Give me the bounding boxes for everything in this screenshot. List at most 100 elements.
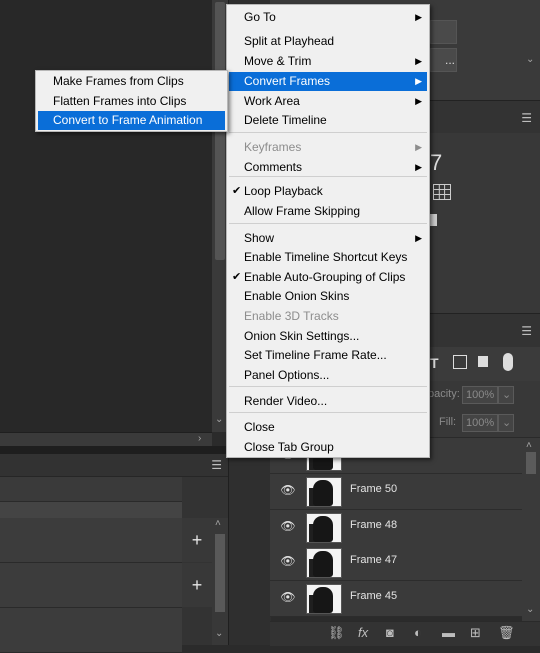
menu-item-label: Allow Frame Skipping bbox=[244, 204, 361, 218]
fx-icon[interactable]: fx bbox=[358, 625, 368, 640]
menu-item-flatten-frames-into-clips[interactable]: Flatten Frames into Clips bbox=[38, 92, 225, 111]
menu-item-label: Convert Frames bbox=[244, 74, 331, 88]
layer-row[interactable]: 👁 Frame 45 bbox=[270, 581, 522, 617]
properties-scrollbar[interactable]: ⌄ bbox=[522, 0, 540, 70]
scrollbar-thumb[interactable] bbox=[526, 452, 536, 474]
panel-menu-icon[interactable]: ☰ bbox=[521, 111, 532, 125]
menu-separator bbox=[229, 132, 427, 133]
layer-thumbnail bbox=[306, 548, 342, 578]
add-media-button[interactable]: + bbox=[182, 518, 212, 562]
menu-item-onion-skin-settings[interactable]: Onion Skin Settings... bbox=[229, 327, 427, 346]
menu-item-label: Make Frames from Clips bbox=[53, 74, 184, 88]
options-field[interactable]: ... bbox=[430, 48, 457, 72]
trash-icon[interactable]: 🗑 bbox=[498, 625, 515, 641]
menu-item-loop-playback[interactable]: ✔ Loop Playback bbox=[229, 182, 427, 201]
menu-item-convert-to-frame-animation[interactable]: Convert to Frame Animation bbox=[38, 111, 225, 130]
menu-item-enable-onion-skins[interactable]: Enable Onion Skins bbox=[229, 287, 427, 306]
menu-item-label: Comments bbox=[244, 160, 303, 174]
menu-item-panel-options[interactable]: Panel Options... bbox=[229, 366, 427, 385]
checkmark-icon: ✔ bbox=[232, 271, 242, 283]
adjustment-icon[interactable]: ◐ bbox=[414, 625, 422, 640]
layers-panel-footer: ⛓ fx ◙ ◐ ▬ ⊞ 🗑 bbox=[270, 621, 540, 646]
mask-icon[interactable]: ◙ bbox=[386, 625, 394, 640]
submenu-arrow-icon: ▶ bbox=[415, 233, 422, 243]
folder-icon[interactable]: ▬ bbox=[442, 625, 455, 640]
menu-item-convert-frames[interactable]: Convert Frames ▶ bbox=[229, 72, 427, 91]
panel-menu-icon[interactable]: ☰ bbox=[521, 324, 532, 338]
menu-item-enable-auto-grouping-of-clips[interactable]: ✔ Enable Auto-Grouping of Clips bbox=[229, 268, 427, 287]
layer-name: Frame 48 bbox=[350, 519, 398, 531]
shape-filter-icon[interactable] bbox=[453, 355, 467, 369]
menu-item-make-frames-from-clips[interactable]: Make Frames from Clips bbox=[38, 72, 225, 91]
chevron-down-icon[interactable]: ⌄ bbox=[498, 414, 514, 432]
menu-item-label: Close bbox=[244, 420, 275, 434]
scrollbar-thumb[interactable] bbox=[215, 534, 225, 612]
layer-thumbnail bbox=[306, 513, 342, 543]
menu-item-show[interactable]: Show ▶ bbox=[229, 229, 427, 248]
grid-icon[interactable] bbox=[433, 184, 451, 200]
menu-item-label: Go To bbox=[244, 10, 276, 24]
eye-icon[interactable]: 👁 bbox=[280, 520, 296, 532]
layer-row[interactable]: 👁 Frame 48 bbox=[270, 510, 522, 546]
slider-handle[interactable] bbox=[430, 214, 437, 226]
chevron-up-icon[interactable]: ˄ bbox=[526, 440, 532, 452]
timeline-track[interactable] bbox=[0, 608, 182, 653]
chevron-up-icon[interactable]: ˄ bbox=[215, 518, 221, 530]
convert-frames-submenu: Make Frames from Clips Flatten Frames int… bbox=[35, 70, 228, 132]
menu-item-move-trim[interactable]: Move & Trim ▶ bbox=[229, 52, 427, 71]
layer-thumbnail bbox=[306, 477, 342, 507]
chevron-down-icon[interactable]: ⌄ bbox=[526, 604, 534, 616]
smart-object-filter-icon[interactable] bbox=[478, 356, 488, 367]
chevron-down-icon[interactable]: ⌄ bbox=[215, 414, 223, 426]
menu-item-close-tab-group[interactable]: Close Tab Group bbox=[229, 438, 427, 457]
submenu-arrow-icon: ▶ bbox=[415, 56, 422, 66]
menu-item-close[interactable]: Close bbox=[229, 418, 427, 437]
layers-scrollbar[interactable]: ˄ ⌄ bbox=[522, 438, 540, 621]
timeline-track[interactable] bbox=[0, 563, 182, 608]
canvas-horizontal-scrollbar[interactable]: › bbox=[0, 432, 212, 447]
chevron-down-icon[interactable]: ⌄ bbox=[526, 54, 534, 66]
filter-toggle-icon[interactable] bbox=[503, 353, 513, 371]
menu-item-set-timeline-frame-rate[interactable]: Set Timeline Frame Rate... bbox=[229, 346, 427, 365]
menu-item-label: Enable Onion Skins bbox=[244, 289, 350, 303]
menu-item-delete-timeline[interactable]: Delete Timeline bbox=[229, 111, 427, 130]
menu-item-work-area[interactable]: Work Area ▶ bbox=[229, 92, 427, 111]
eye-icon[interactable]: 👁 bbox=[280, 591, 296, 603]
layer-name: Frame 50 bbox=[350, 483, 398, 495]
checkmark-icon: ✔ bbox=[232, 185, 242, 197]
layer-row[interactable]: 👁 Frame 50 bbox=[270, 474, 522, 510]
timeline-track[interactable] bbox=[0, 518, 182, 563]
submenu-arrow-icon: ▶ bbox=[415, 162, 422, 172]
menu-item-label: Enable Timeline Shortcut Keys bbox=[244, 250, 408, 264]
menu-item-label: Onion Skin Settings... bbox=[244, 329, 360, 343]
chevron-down-icon[interactable]: ⌄ bbox=[215, 628, 223, 640]
menu-item-split-at-playhead[interactable]: Split at Playhead bbox=[229, 32, 427, 51]
layer-row[interactable]: 👁 Frame 47 bbox=[270, 545, 522, 581]
menu-item-label: Close Tab Group bbox=[244, 440, 334, 454]
fill-input[interactable]: 100% bbox=[462, 414, 499, 432]
submenu-arrow-icon: ▶ bbox=[415, 12, 422, 22]
opacity-input[interactable]: 100% bbox=[462, 386, 499, 404]
opacity-label: pacity: bbox=[428, 388, 460, 400]
submenu-arrow-icon: ▶ bbox=[415, 96, 422, 106]
timeline-panel: ☰ + + ˄ ⌄ bbox=[0, 454, 228, 653]
menu-item-comments[interactable]: Comments ▶ bbox=[229, 158, 427, 177]
text-field[interactable] bbox=[430, 20, 457, 44]
menu-item-enable-timeline-shortcut-keys[interactable]: Enable Timeline Shortcut Keys bbox=[229, 248, 427, 267]
new-layer-icon[interactable]: ⊞ bbox=[470, 625, 481, 641]
eye-icon[interactable]: 👁 bbox=[280, 484, 296, 496]
chevron-right-icon[interactable]: › bbox=[198, 433, 201, 445]
layer-name: Frame 45 bbox=[350, 590, 398, 602]
menu-separator bbox=[229, 223, 427, 224]
add-media-button[interactable]: + bbox=[182, 563, 212, 607]
menu-item-allow-frame-skipping[interactable]: Allow Frame Skipping bbox=[229, 202, 427, 221]
timeline-vertical-scrollbar[interactable]: ˄ ⌄ bbox=[212, 518, 228, 645]
link-icon[interactable]: ⛓ bbox=[328, 625, 345, 641]
panel-menu-icon[interactable]: ☰ bbox=[211, 458, 222, 472]
menu-item-label: Panel Options... bbox=[244, 368, 330, 382]
menu-item-render-video[interactable]: Render Video... bbox=[229, 392, 427, 411]
chevron-down-icon[interactable]: ⌄ bbox=[498, 386, 514, 404]
eye-icon[interactable]: 👁 bbox=[280, 555, 296, 567]
type-filter-icon[interactable]: T bbox=[430, 355, 439, 371]
menu-item-go-to[interactable]: Go To ▶ bbox=[229, 8, 427, 27]
